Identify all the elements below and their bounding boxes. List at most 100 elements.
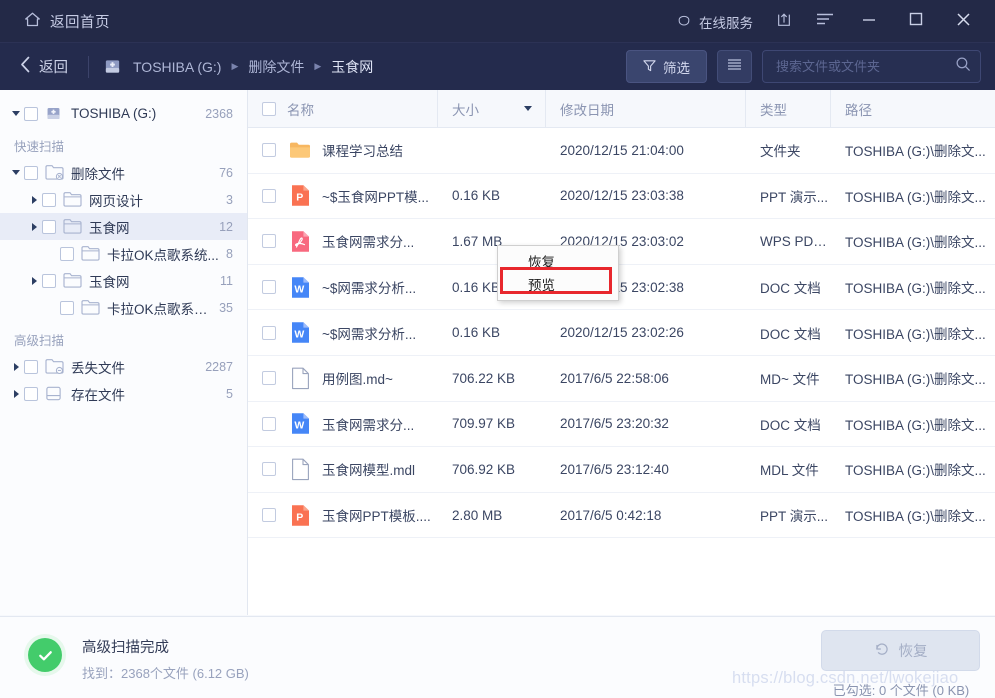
table-row[interactable]: 玉食网需求分...1.67 MB2020/12/15 23:03:02WPS P… <box>248 219 995 265</box>
sidebar-item-checkbox[interactable] <box>24 387 38 401</box>
column-header-date[interactable]: 修改日期 <box>546 90 746 127</box>
watermark-text: https://blog.csdn.net/lwokejiao <box>732 669 958 688</box>
breadcrumb-item-2[interactable]: 玉食网 <box>328 55 376 79</box>
filter-button[interactable]: 筛选 <box>626 50 707 83</box>
search-box[interactable] <box>762 50 981 83</box>
view-toggle-button[interactable] <box>717 50 752 83</box>
select-all-checkbox[interactable] <box>262 102 276 116</box>
cell-name: 玉食网模型.mdl <box>248 447 438 492</box>
cell-path: TOSHIBA (G:)\删除文... <box>831 128 995 173</box>
cell-date: 2017/6/5 0:42:18 <box>546 493 746 538</box>
column-header-type[interactable]: 类型 <box>746 90 831 127</box>
row-checkbox[interactable] <box>262 462 276 476</box>
sidebar-root-label: TOSHIBA (G:) <box>71 106 205 121</box>
cell-type: MD~ 文件 <box>746 356 831 401</box>
breadcrumb: TOSHIBA (G:) ▶ 删除文件 ▶ 玉食网 <box>103 55 376 79</box>
title-bar: 返回首页 在线服务 <box>0 0 995 43</box>
table-row[interactable]: W~$网需求分析...0.16 KB2020/12/15 23:02:38DOC… <box>248 265 995 311</box>
sidebar-item-checkbox[interactable] <box>42 274 56 288</box>
upload-button[interactable] <box>765 5 803 39</box>
sidebar-item-label: 玉食网 <box>89 271 220 291</box>
search-input[interactable] <box>774 58 955 75</box>
deleted-folder-icon <box>45 164 64 181</box>
menu-button[interactable] <box>806 5 844 39</box>
close-button[interactable] <box>941 5 985 39</box>
drive-icon <box>45 385 64 402</box>
sidebar-item-0-4[interactable]: 玉食网11 <box>0 267 247 294</box>
sidebar-root-checkbox[interactable] <box>24 107 38 121</box>
table-row[interactable]: 用例图.md~706.22 KB2017/6/5 22:58:06MD~ 文件T… <box>248 356 995 402</box>
context-menu[interactable]: 恢复 预览 <box>497 245 619 301</box>
sidebar-item-checkbox[interactable] <box>60 301 74 315</box>
row-checkbox[interactable] <box>262 143 276 157</box>
sidebar-item-checkbox[interactable] <box>24 166 38 180</box>
filter-button-label: 筛选 <box>663 57 690 77</box>
sidebar-item-0-0[interactable]: 删除文件76 <box>0 159 247 186</box>
sidebar-item-0-3[interactable]: 卡拉OK点歌系统...8 <box>0 240 247 267</box>
expand-caret-icon[interactable] <box>26 223 42 231</box>
sidebar-group-advanced: 高级扫描 丢失文件2287存在文件5 <box>0 321 247 407</box>
sort-descending-icon[interactable] <box>524 106 532 111</box>
maximize-button[interactable] <box>894 5 938 39</box>
upload-icon <box>776 11 792 33</box>
row-checkbox[interactable] <box>262 508 276 522</box>
sidebar-item-label: 卡拉OK点歌系统... <box>107 244 226 264</box>
table-row[interactable]: 玉食网模型.mdl706.92 KB2017/6/5 23:12:40MDL 文… <box>248 447 995 493</box>
sidebar-item-1-0[interactable]: 丢失文件2287 <box>0 353 247 380</box>
file-table: 名称 大小 修改日期 类型 路径 课程学习总结2020/12/15 21:04:… <box>248 90 995 615</box>
word-icon: W <box>289 412 311 436</box>
file-name-label: ~$网需求分析... <box>322 323 416 343</box>
table-row[interactable]: P玉食网PPT模板....2.80 MB2017/6/5 0:42:18PPT … <box>248 493 995 539</box>
sidebar-item-checkbox[interactable] <box>42 193 56 207</box>
folder-icon <box>63 191 82 208</box>
sidebar-item-checkbox[interactable] <box>24 360 38 374</box>
sidebar-item-0-5[interactable]: 卡拉OK点歌系统...35 <box>0 294 247 321</box>
expand-caret-icon[interactable] <box>8 170 24 175</box>
cell-name: W玉食网需求分... <box>248 402 438 447</box>
cell-path: TOSHIBA (G:)\删除文... <box>831 402 995 447</box>
table-row[interactable]: P~$玉食网PPT模...0.16 KB2020/12/15 23:03:38P… <box>248 174 995 220</box>
column-header-name[interactable]: 名称 <box>248 90 438 127</box>
search-icon[interactable] <box>955 56 971 77</box>
context-menu-item-restore[interactable]: 恢复 <box>498 249 618 272</box>
home-button-label: 返回首页 <box>50 11 110 32</box>
column-header-size[interactable]: 大小 <box>438 90 546 127</box>
row-checkbox[interactable] <box>262 280 276 294</box>
expand-caret-icon[interactable] <box>26 277 42 285</box>
restore-button[interactable]: 恢复 <box>821 630 980 671</box>
cell-name: 玉食网需求分... <box>248 219 438 264</box>
sidebar-item-checkbox[interactable] <box>60 247 74 261</box>
expand-caret-icon[interactable] <box>26 196 42 204</box>
cell-name: 课程学习总结 <box>248 128 438 173</box>
context-menu-item-preview[interactable]: 预览 <box>498 272 618 295</box>
chevron-left-icon <box>20 56 31 78</box>
expand-caret-icon[interactable] <box>8 390 24 398</box>
table-row[interactable]: W~$网需求分析...0.16 KB2020/12/15 23:02:26DOC… <box>248 310 995 356</box>
file-name-label: 玉食网模型.mdl <box>322 459 415 479</box>
sidebar-item-0-2[interactable]: 玉食网12 <box>0 213 247 240</box>
expand-caret-icon[interactable] <box>8 363 24 371</box>
sidebar-item-1-1[interactable]: 存在文件5 <box>0 380 247 407</box>
breadcrumb-item-1[interactable]: 删除文件 <box>245 55 307 79</box>
table-row[interactable]: W玉食网需求分...709.97 KB2017/6/5 23:20:32DOC … <box>248 402 995 448</box>
sidebar-item-checkbox[interactable] <box>42 220 56 234</box>
row-checkbox[interactable] <box>262 417 276 431</box>
back-button[interactable]: 返回 <box>14 52 74 82</box>
cell-name: P玉食网PPT模板.... <box>248 493 438 538</box>
online-service-button[interactable]: 在线服务 <box>667 5 762 38</box>
breadcrumb-item-0[interactable]: TOSHIBA (G:) <box>130 57 224 77</box>
row-checkbox[interactable] <box>262 189 276 203</box>
sidebar-root-toshiba[interactable]: TOSHIBA (G:) 2368 <box>0 100 247 127</box>
svg-text:W: W <box>294 283 304 295</box>
expand-caret-icon[interactable] <box>8 111 24 116</box>
table-row[interactable]: 课程学习总结2020/12/15 21:04:00文件夹TOSHIBA (G:)… <box>248 128 995 174</box>
home-button[interactable]: 返回首页 <box>18 7 116 37</box>
minimize-button[interactable] <box>847 5 891 39</box>
row-checkbox[interactable] <box>262 371 276 385</box>
row-checkbox[interactable] <box>262 234 276 248</box>
column-header-path[interactable]: 路径 <box>831 90 995 127</box>
online-service-label: 在线服务 <box>699 12 753 32</box>
close-icon <box>956 12 971 32</box>
row-checkbox[interactable] <box>262 326 276 340</box>
sidebar-item-0-1[interactable]: 网页设计3 <box>0 186 247 213</box>
